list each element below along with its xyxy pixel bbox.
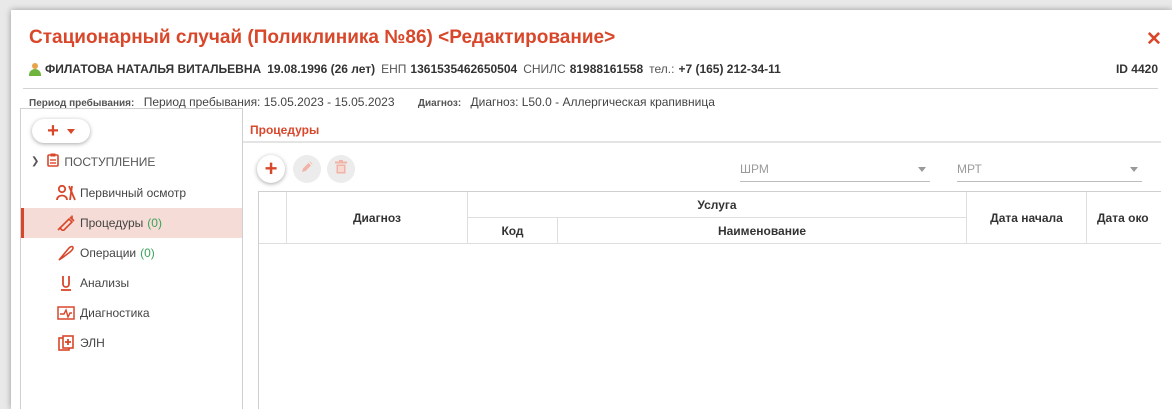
doctor-icon (56, 185, 76, 201)
sidebar-item-label: Первичный осмотр (80, 186, 187, 200)
diagnosis-value: Диагноз: L50.0 - Аллергическая крапивниц… (470, 95, 715, 109)
person-icon (29, 62, 41, 76)
sidebar-item-operations[interactable]: Операции (0) (21, 238, 242, 268)
phone-value: +7 (165) 212-34-11 (678, 62, 781, 76)
col-start-date-header[interactable]: Дата начала (967, 192, 1087, 244)
syringe-icon (56, 215, 76, 231)
procedures-panel: Процедуры + ШРМ МРТ Диагноз Услуга Код Н… (243, 108, 1161, 409)
period-value: Период пребывания: 15.05.2023 - 15.05.20… (143, 95, 395, 109)
section-divider (243, 141, 1161, 143)
sick-leave-icon (56, 335, 76, 351)
plus-icon: + (264, 156, 278, 181)
enp-label: ЕНП (381, 62, 407, 76)
add-procedure-button[interactable]: + (257, 155, 285, 183)
sidebar-item-label: Операции (80, 246, 137, 260)
scalpel-icon (56, 245, 76, 261)
sidebar-item-procedures[interactable]: Процедуры (0) (21, 208, 242, 238)
chevron-down-icon (1130, 166, 1138, 172)
add-menu-button[interactable]: + (32, 119, 90, 143)
window-title: Стационарный случай (Поликлиника №86) <Р… (29, 27, 616, 48)
sidebar-item-label: ЭЛН (80, 336, 105, 350)
sidebar-item-label: Процедуры (80, 216, 144, 230)
col-service-header: Услуга (468, 192, 967, 218)
sidebar-item-analyses[interactable]: Анализы (21, 268, 242, 298)
pencil-icon (300, 160, 314, 179)
col-diagnosis-header[interactable]: Диагноз (287, 192, 468, 244)
col-name-header[interactable]: Наименование (558, 218, 967, 244)
trash-icon (335, 159, 347, 179)
patient-info-bar: ФИЛАТОВА НАТАЛЬЯ ВИТАЛЬЕВНА 19.08.1996 (… (29, 60, 1158, 78)
tree-node-admission[interactable]: ❯ ПОСТУПЛЕНИЕ (31, 153, 155, 170)
edit-button[interactable] (293, 155, 321, 183)
close-icon[interactable]: ✕ (1146, 28, 1162, 51)
chevron-down-icon (66, 128, 75, 134)
plus-icon: + (47, 120, 59, 142)
col-code-header[interactable]: Код (468, 218, 558, 244)
shrm-select[interactable]: ШРМ (740, 157, 930, 182)
shrm-select-value: ШРМ (740, 162, 769, 176)
chevron-down-icon (918, 166, 926, 172)
mrt-select[interactable]: МРТ (957, 157, 1142, 182)
pulse-monitor-icon (56, 306, 76, 320)
patient-id: ID 4420 (1115, 62, 1158, 76)
sidebar-item-label: Диагностика (80, 306, 150, 320)
header-divider (23, 88, 1158, 89)
clipboard-icon (47, 153, 60, 170)
tree-node-label: ПОСТУПЛЕНИЕ (64, 154, 156, 169)
sidebar-item-primary-exam[interactable]: Первичный осмотр (21, 178, 242, 208)
chevron-down-icon[interactable]: ❯ (31, 156, 39, 167)
delete-button[interactable] (327, 155, 355, 183)
sidebar-item-count: (0) (140, 246, 155, 260)
enp-value: 1361535462650504 (410, 62, 518, 76)
sidebar: + ❯ ПОСТУПЛЕНИЕ Первичный осмотр Процеду… (20, 108, 243, 409)
patient-birth: 19.08.1996 (26 лет) (267, 62, 376, 76)
snils-value: 81988161558 (569, 62, 644, 76)
sidebar-item-count: (0) (147, 216, 162, 230)
table-select-column[interactable] (259, 192, 287, 244)
sidebar-item-eln[interactable]: ЭЛН (21, 328, 242, 358)
sidebar-item-diagnostics[interactable]: Диагностика (21, 298, 242, 328)
snils-label: СНИЛС (523, 62, 566, 76)
patient-name: ФИЛАТОВА НАТАЛЬЯ ВИТАЛЬЕВНА (45, 62, 262, 76)
phone-label: тел.: (649, 62, 675, 76)
test-tube-icon (56, 275, 76, 291)
procedures-table: Диагноз Услуга Код Наименование Дата нач… (258, 191, 1161, 409)
mrt-select-value: МРТ (957, 162, 982, 176)
col-end-date-header[interactable]: Дата око (1087, 192, 1161, 244)
sidebar-item-label: Анализы (80, 276, 130, 290)
section-title: Процедуры (250, 123, 320, 137)
stay-info: Период пребывания: Период пребывания: 15… (29, 95, 735, 109)
